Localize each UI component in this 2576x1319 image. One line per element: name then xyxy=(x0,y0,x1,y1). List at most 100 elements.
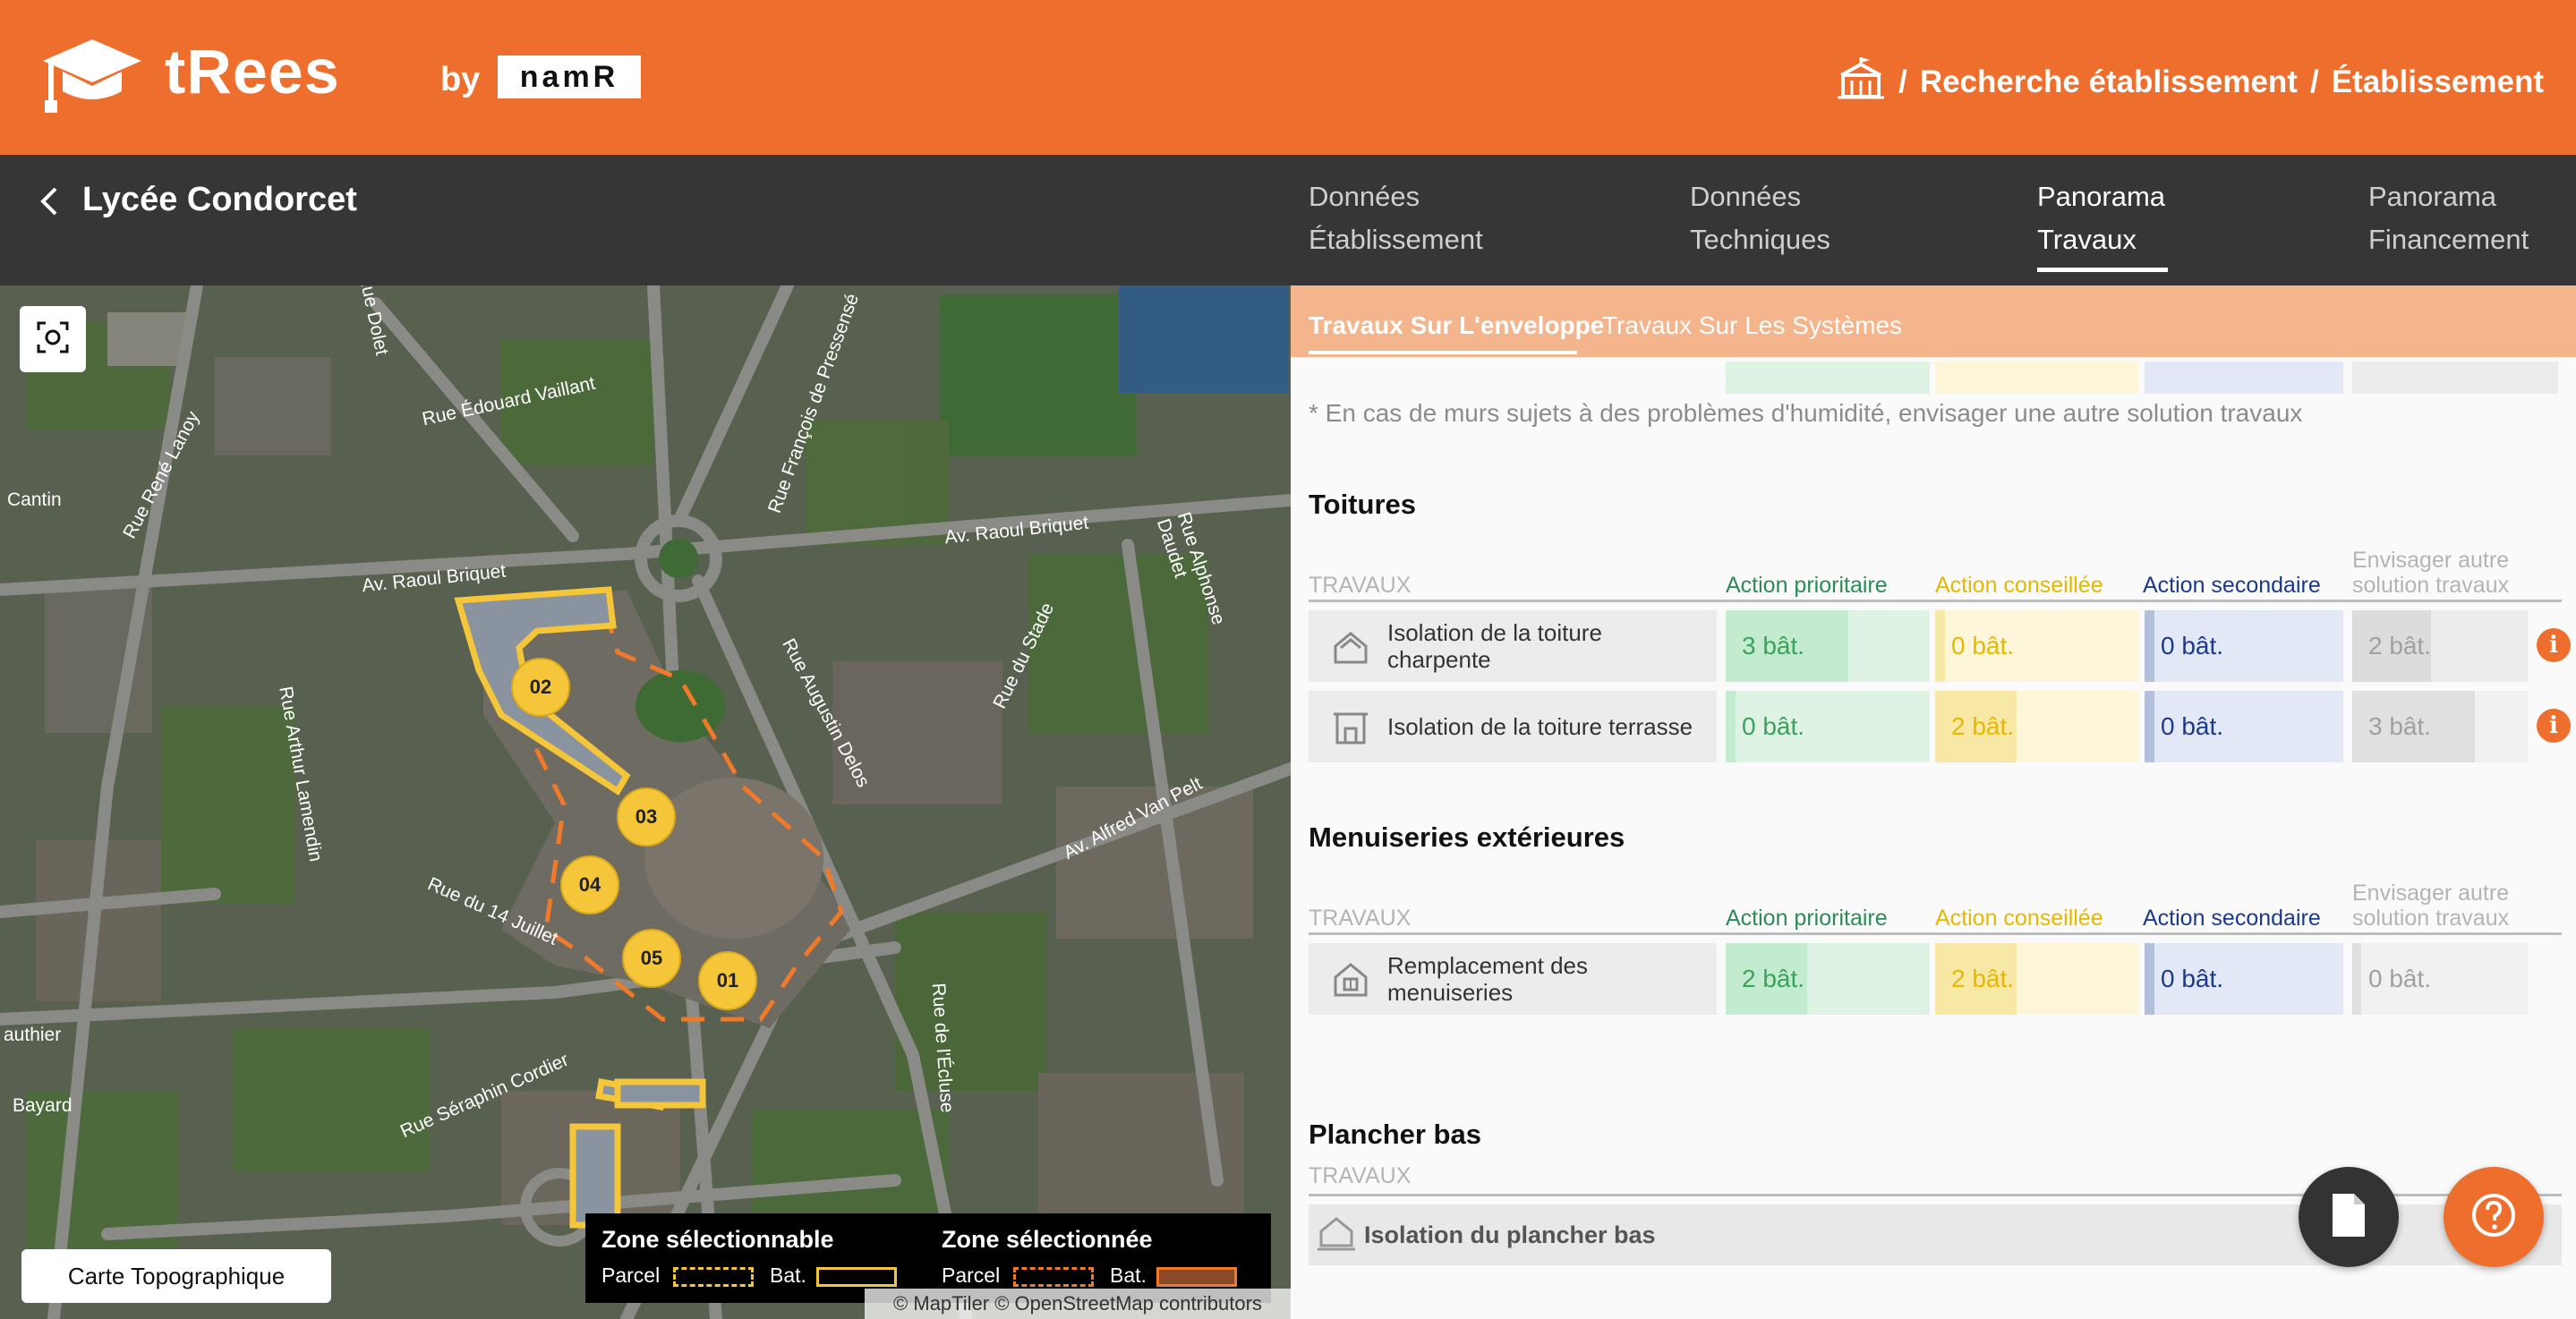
col-autre-solution: Envisager autre solution travaux xyxy=(2352,548,2509,598)
building-marker-02[interactable]: 02 xyxy=(523,676,559,699)
legend-selected-bat-swatch xyxy=(1156,1267,1237,1287)
row-label: Isolation de la toiture charpente xyxy=(1387,619,1602,673)
cell-value: 2 bât. xyxy=(1951,965,2015,992)
tab-label-line2: Techniques xyxy=(1690,224,1830,255)
cell-conseillee[interactable]: 0 bât. xyxy=(1935,610,2139,682)
help-button[interactable] xyxy=(2444,1167,2544,1267)
establishment-bar xyxy=(0,155,2576,285)
focus-target-icon xyxy=(35,319,71,360)
fill-bar-prioritaire xyxy=(1726,691,1736,762)
roof-house-icon xyxy=(1332,628,1369,670)
table-row[interactable]: Isolation de la toiture terrasse 0 bât. … xyxy=(1309,691,2571,762)
recenter-map-button[interactable] xyxy=(20,306,86,372)
by-label: by xyxy=(440,61,481,98)
col-action-prioritaire: Action prioritaire xyxy=(1726,573,1888,598)
legend-selected-title: Zone sélectionnée xyxy=(942,1226,1153,1253)
table-row[interactable]: Remplacement des menuiseries 2 bât. 2 bâ… xyxy=(1309,943,2562,1015)
fill-bar-secondaire xyxy=(2145,943,2155,1015)
map-canvas[interactable] xyxy=(0,285,1291,1319)
row-label: Isolation de la toiture terrasse xyxy=(1387,713,1693,740)
street-label: Bayard xyxy=(13,1095,73,1116)
map-attribution[interactable]: © MapTiler © OpenStreetMap contributors xyxy=(865,1289,1291,1319)
subtab-enveloppe[interactable]: Travaux Sur L'enveloppe xyxy=(1309,311,1604,340)
table-row[interactable]: Isolation de la toiture charpente 3 bât.… xyxy=(1309,610,2571,682)
col-action-conseillee: Action conseillée xyxy=(1935,906,2103,931)
cell-prioritaire[interactable]: 0 bât. xyxy=(1726,691,1930,762)
breadcrumb-current: Établissement xyxy=(2331,64,2544,99)
cell-secondaire[interactable]: 0 bât. xyxy=(2145,943,2343,1015)
cell-autre[interactable]: 3 bât. xyxy=(2352,691,2528,762)
cell-value: 0 bât. xyxy=(1742,712,1805,740)
row-name-cell: Isolation de la toiture terrasse xyxy=(1309,691,1717,762)
col-action-conseillee: Action conseillée xyxy=(1935,573,2103,598)
tab-label-line1: Panorama xyxy=(2037,181,2166,212)
export-document-button[interactable] xyxy=(2299,1167,2399,1267)
tab-label-line1: Données xyxy=(1309,181,1420,212)
building-marker-04[interactable]: 04 xyxy=(572,873,608,897)
building-marker-05[interactable]: 05 xyxy=(634,947,670,970)
breadcrumb: / Recherche établissement / Établissemen… xyxy=(1836,55,2544,108)
scrolled-row-fragment xyxy=(2352,362,2558,394)
legend-selected-parcel-swatch xyxy=(1013,1267,1094,1287)
col-autre-solution: Envisager autre solution travaux xyxy=(2352,881,2509,931)
home-building-icon[interactable] xyxy=(1836,55,1886,108)
establishment-title: Lycée Condorcet xyxy=(82,181,357,218)
table-header-divider xyxy=(1309,932,2562,935)
back-chevron-icon[interactable] xyxy=(32,183,68,219)
legend-bat-label: Bat. xyxy=(1110,1264,1147,1287)
cell-conseillee[interactable]: 2 bât. xyxy=(1935,943,2139,1015)
cell-secondaire[interactable]: 0 bât. xyxy=(2145,610,2343,682)
floor-house-icon xyxy=(1318,1215,1355,1257)
cell-value: 2 bât. xyxy=(1742,965,1805,992)
cell-conseillee[interactable]: 2 bât. xyxy=(1935,691,2139,762)
info-icon[interactable]: i xyxy=(2537,709,2571,743)
cell-value: 0 bât. xyxy=(1951,632,2015,660)
tab-panorama-financement[interactable]: Panorama Financement xyxy=(2368,175,2529,261)
cell-secondaire[interactable]: 0 bât. xyxy=(2145,691,2343,762)
table-header-divider xyxy=(1309,600,2562,602)
cell-value: 2 bât. xyxy=(2368,632,2432,660)
col-autre-line2: solution travaux xyxy=(2352,906,2510,931)
active-tab-underline xyxy=(2037,268,2168,272)
col-autre-line1: Envisager autre xyxy=(2352,881,2510,906)
active-subtab-underline xyxy=(1309,351,1577,354)
cell-autre[interactable]: 2 bât. xyxy=(2352,610,2528,682)
scrolled-row-fragment xyxy=(2145,362,2343,394)
tab-label-line2: Établissement xyxy=(1309,224,1483,255)
fill-bar-secondaire xyxy=(2145,610,2155,682)
info-icon[interactable]: i xyxy=(2537,628,2571,662)
building-marker-01[interactable]: 01 xyxy=(710,969,746,992)
building-marker-03[interactable]: 03 xyxy=(628,805,664,829)
section-title-menuiseries: Menuiseries extérieures xyxy=(1309,821,1625,853)
row-label: Isolation du plancher bas xyxy=(1364,1221,1656,1248)
tab-label-line2: Financement xyxy=(2368,224,2529,255)
cell-value: 2 bât. xyxy=(1951,712,2015,740)
cell-value: 0 bât. xyxy=(2161,712,2224,740)
street-label: authier xyxy=(4,1025,62,1045)
fill-bar-conseillee xyxy=(1935,610,1946,682)
tab-label-line1: Panorama xyxy=(2368,181,2497,212)
scrolled-row-fragment xyxy=(1935,362,2139,394)
graduation-cap-logo-icon xyxy=(39,36,145,123)
tab-donnees-techniques[interactable]: Données Techniques xyxy=(1690,175,1830,261)
cell-prioritaire[interactable]: 3 bât. xyxy=(1726,610,1930,682)
satellite-map[interactable]: Rue Édouard Vaillant Av. Raoul Briquet A… xyxy=(0,285,1291,1319)
topographic-map-toggle[interactable]: Carte Topographique xyxy=(21,1249,331,1303)
legend-parcel-label: Parcel xyxy=(942,1264,1001,1287)
cell-prioritaire[interactable]: 2 bât. xyxy=(1726,943,1930,1015)
cell-value: 0 bât. xyxy=(2161,965,2224,992)
col-travaux: TRAVAUX xyxy=(1309,573,1412,598)
subtab-systemes[interactable]: Travaux Sur Les Systèmes xyxy=(1602,311,1902,340)
breadcrumb-separator: / xyxy=(2309,64,2319,99)
tab-donnees-etablissement[interactable]: Données Établissement xyxy=(1309,175,1483,261)
brand-name[interactable]: tRees xyxy=(165,36,340,107)
cell-autre[interactable]: 0 bât. xyxy=(2352,943,2528,1015)
question-mark-icon xyxy=(2470,1192,2517,1243)
legend-parcel-label: Parcel xyxy=(601,1264,661,1287)
cell-value: 0 bât. xyxy=(2161,632,2224,660)
tab-label-line2: Travaux xyxy=(2037,224,2137,255)
breadcrumb-search-link[interactable]: Recherche établissement xyxy=(1920,64,2298,100)
col-autre-line1: Envisager autre xyxy=(2352,548,2510,573)
breadcrumb-separator: / xyxy=(1898,64,1907,99)
tab-panorama-travaux[interactable]: Panorama Travaux xyxy=(2037,175,2168,272)
